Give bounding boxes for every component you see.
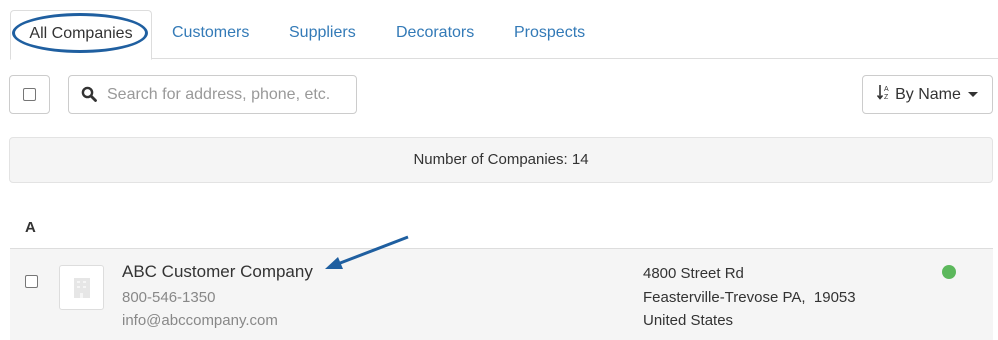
list-item[interactable]: ABC Customer Company 800-546-1350 info@a… xyxy=(10,249,993,340)
address-line-2: Feasterville-Trevose PA, 19053 xyxy=(643,289,856,306)
search-icon xyxy=(81,86,97,107)
search-box xyxy=(68,75,357,114)
company-count: Number of Companies: 14 xyxy=(413,151,589,168)
group-letter: A xyxy=(25,219,36,236)
company-tabs: All Companies Customers Suppliers Decora… xyxy=(10,10,998,60)
tab-all-companies[interactable]: All Companies xyxy=(10,10,152,60)
tab-prospects[interactable]: Prospects xyxy=(514,10,585,57)
address-line-1: 4800 Street Rd xyxy=(643,265,744,282)
select-all-control xyxy=(9,75,50,114)
building-icon xyxy=(74,278,90,298)
search-input[interactable] xyxy=(107,76,347,113)
company-phone: 800-546-1350 xyxy=(122,289,216,306)
svg-text:Z: Z xyxy=(884,94,889,100)
company-name[interactable]: ABC Customer Company xyxy=(122,262,313,282)
select-all-checkbox[interactable] xyxy=(23,88,36,101)
svg-text:A: A xyxy=(884,86,889,93)
status-indicator xyxy=(942,265,956,279)
company-logo-placeholder xyxy=(59,265,104,310)
tab-customers[interactable]: Customers xyxy=(172,10,249,57)
chevron-down-icon xyxy=(967,92,978,97)
sort-by-name-button[interactable]: A Z By Name xyxy=(862,75,993,114)
sort-label: By Name xyxy=(895,85,961,103)
row-checkbox[interactable] xyxy=(25,275,38,288)
company-count-bar: Number of Companies: 14 xyxy=(9,137,993,183)
sort-alpha-asc-icon: A Z xyxy=(876,84,891,105)
tab-decorators[interactable]: Decorators xyxy=(396,10,474,57)
tab-suppliers[interactable]: Suppliers xyxy=(289,10,356,57)
address-line-3: United States xyxy=(643,312,734,329)
company-email: info@abccompany.com xyxy=(122,312,278,329)
